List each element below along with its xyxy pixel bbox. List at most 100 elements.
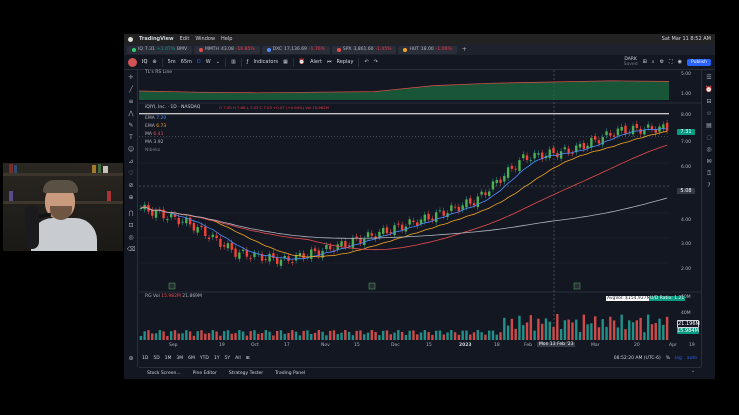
volume-bar: [423, 330, 427, 340]
tf-3m[interactable]: 3M: [176, 356, 183, 361]
magnet-icon[interactable]: ⋂: [127, 210, 135, 218]
chart-svg[interactable]: [139, 70, 701, 354]
ideas-icon[interactable]: ◌: [705, 134, 713, 142]
crosshair-icon[interactable]: ✛: [127, 74, 135, 82]
zoom-icon[interactable]: ⊕: [127, 194, 135, 202]
percent-mode[interactable]: %: [666, 356, 670, 361]
favorite-icon[interactable]: ♡: [127, 170, 135, 178]
collapse-panel-icon[interactable]: ⌃: [691, 371, 695, 376]
search-icon[interactable]: ⌕: [652, 59, 655, 65]
candle-body: [503, 175, 506, 182]
trendline-icon[interactable]: ╱: [127, 86, 135, 94]
pattern-icon[interactable]: ⋀: [127, 110, 135, 118]
hotlist-icon[interactable]: ☆: [705, 110, 713, 118]
tf-1d[interactable]: 1D: [142, 356, 148, 361]
interval-dropdown-icon[interactable]: ⌄: [216, 59, 220, 65]
alert-icon[interactable]: ⏰: [299, 59, 305, 65]
volume-bar: [416, 334, 419, 340]
tf-all[interactable]: All: [235, 356, 241, 361]
candle-body: [226, 243, 230, 249]
interval-w[interactable]: W: [206, 59, 211, 65]
volume-bar: [631, 322, 635, 340]
text-icon[interactable]: T: [127, 134, 135, 142]
data-window-icon[interactable]: ⊟: [705, 98, 713, 106]
add-compare-icon[interactable]: ⊕: [152, 59, 156, 65]
icon-tool-icon[interactable]: ☺: [127, 146, 135, 154]
candle-body: [423, 214, 427, 222]
interval-d[interactable]: D: [197, 59, 201, 65]
settings-icon[interactable]: ⚙: [660, 59, 664, 65]
time-axis[interactable]: Sep 19 Oct 17 Nov 15 Dec 15 2023 18 Feb …: [139, 341, 701, 351]
ema2-label: EMA 6.73: [145, 124, 167, 129]
calendar-icon[interactable]: ▤: [705, 122, 713, 130]
tab-stock-screener[interactable]: Stock Screen...: [147, 371, 181, 376]
camera-icon[interactable]: ◉: [678, 59, 682, 65]
fib-icon[interactable]: ≡: [127, 98, 135, 106]
volume-bar: [238, 330, 241, 340]
undo-icon[interactable]: ↶: [364, 59, 368, 65]
auto-mode[interactable]: auto: [687, 356, 697, 361]
brush-icon[interactable]: ✎: [127, 122, 135, 130]
trash-icon[interactable]: ⌫: [127, 246, 135, 254]
time-tick: Sep: [169, 343, 178, 348]
help-icon[interactable]: ?: [705, 182, 713, 190]
add-tab-icon[interactable]: +: [462, 46, 467, 53]
chat-icon[interactable]: ✉: [705, 158, 713, 166]
measure-icon[interactable]: ⊘: [127, 182, 135, 190]
tf-5d[interactable]: 5D: [153, 356, 159, 361]
fullscreen-icon[interactable]: ⛶: [669, 59, 673, 65]
tab-mmth[interactable]: MMTH 43.08 -16.85%: [194, 45, 260, 54]
watchlist-icon[interactable]: ☰: [705, 74, 713, 82]
redo-icon[interactable]: ↷: [374, 59, 378, 65]
layout-name[interactable]: DARK Saved: [624, 57, 638, 67]
interval-65m[interactable]: 65m: [181, 59, 192, 65]
volume-bar: [257, 333, 260, 340]
candle-body: [310, 249, 313, 259]
object-tree-icon[interactable]: ⊛: [127, 355, 135, 363]
templates-icon[interactable]: ▦: [283, 59, 288, 65]
volume-bar: [404, 334, 408, 340]
candle-body: [279, 259, 283, 266]
tab-strategy-tester[interactable]: Strategy Tester: [229, 371, 263, 376]
tf-ytd[interactable]: YTD: [200, 356, 209, 361]
replay-icon[interactable]: ⏮: [327, 59, 332, 65]
rs-scale-1: 5.00: [681, 72, 692, 77]
menu-edit[interactable]: Edit: [180, 36, 190, 42]
indicators-icon[interactable]: ƒ: [247, 59, 249, 65]
app-name[interactable]: TradingView: [139, 36, 174, 42]
ruler-icon[interactable]: ⊿: [127, 158, 135, 166]
publish-button[interactable]: Publish: [686, 58, 711, 66]
candles-icon[interactable]: ▥: [231, 59, 236, 65]
lock-icon[interactable]: ⊡: [127, 222, 135, 230]
avatar[interactable]: [128, 57, 137, 67]
tf-1m[interactable]: 1M: [165, 356, 172, 361]
volume-bar: [533, 330, 536, 340]
date-range-icon[interactable]: ⊞: [246, 356, 250, 361]
symbol-search[interactable]: IQ: [142, 59, 147, 65]
replay-button[interactable]: Replay: [337, 59, 354, 65]
tf-1y[interactable]: 1Y: [214, 356, 220, 361]
alert-button[interactable]: Alert: [310, 59, 322, 65]
tf-5y[interactable]: 5Y: [225, 356, 231, 361]
log-mode[interactable]: log: [675, 356, 682, 361]
layout-grid-icon[interactable]: ⊞: [643, 59, 647, 65]
tab-trading-panel[interactable]: Trading Panel: [275, 371, 305, 376]
menu-help[interactable]: Help: [221, 36, 232, 42]
notifications-icon[interactable]: ⍰: [705, 170, 713, 178]
menu-window[interactable]: Window: [195, 36, 215, 42]
eye-icon[interactable]: ◎: [127, 234, 135, 242]
interval-5m[interactable]: 5m: [168, 59, 176, 65]
bottom-clock[interactable]: 08:52:20 AM (UTC-6): [614, 356, 661, 361]
tab-iq[interactable]: IQ 7.31 +1.07% BMV: [127, 45, 193, 54]
streams-icon[interactable]: ◎: [705, 146, 713, 154]
alerts-sidebar-icon[interactable]: ⏰: [705, 86, 713, 94]
tab-pine-editor[interactable]: Pine Editor: [193, 371, 217, 376]
tab-hut[interactable]: HUT 18.00 -1.06%: [398, 45, 457, 54]
candle-body: [514, 168, 517, 170]
apple-icon[interactable]: [128, 36, 133, 42]
indicators-button[interactable]: Indicators: [253, 59, 278, 65]
tf-6m[interactable]: 6M: [188, 356, 195, 361]
chart-area[interactable]: TL's RS Line iQIYI, Inc. · 1D · NASDAQ O…: [139, 70, 701, 354]
tab-spx[interactable]: SPX 3,861.60 -1.45%: [331, 45, 397, 54]
tab-dxc[interactable]: DXC 17,136.69 -1.76%: [261, 45, 330, 54]
